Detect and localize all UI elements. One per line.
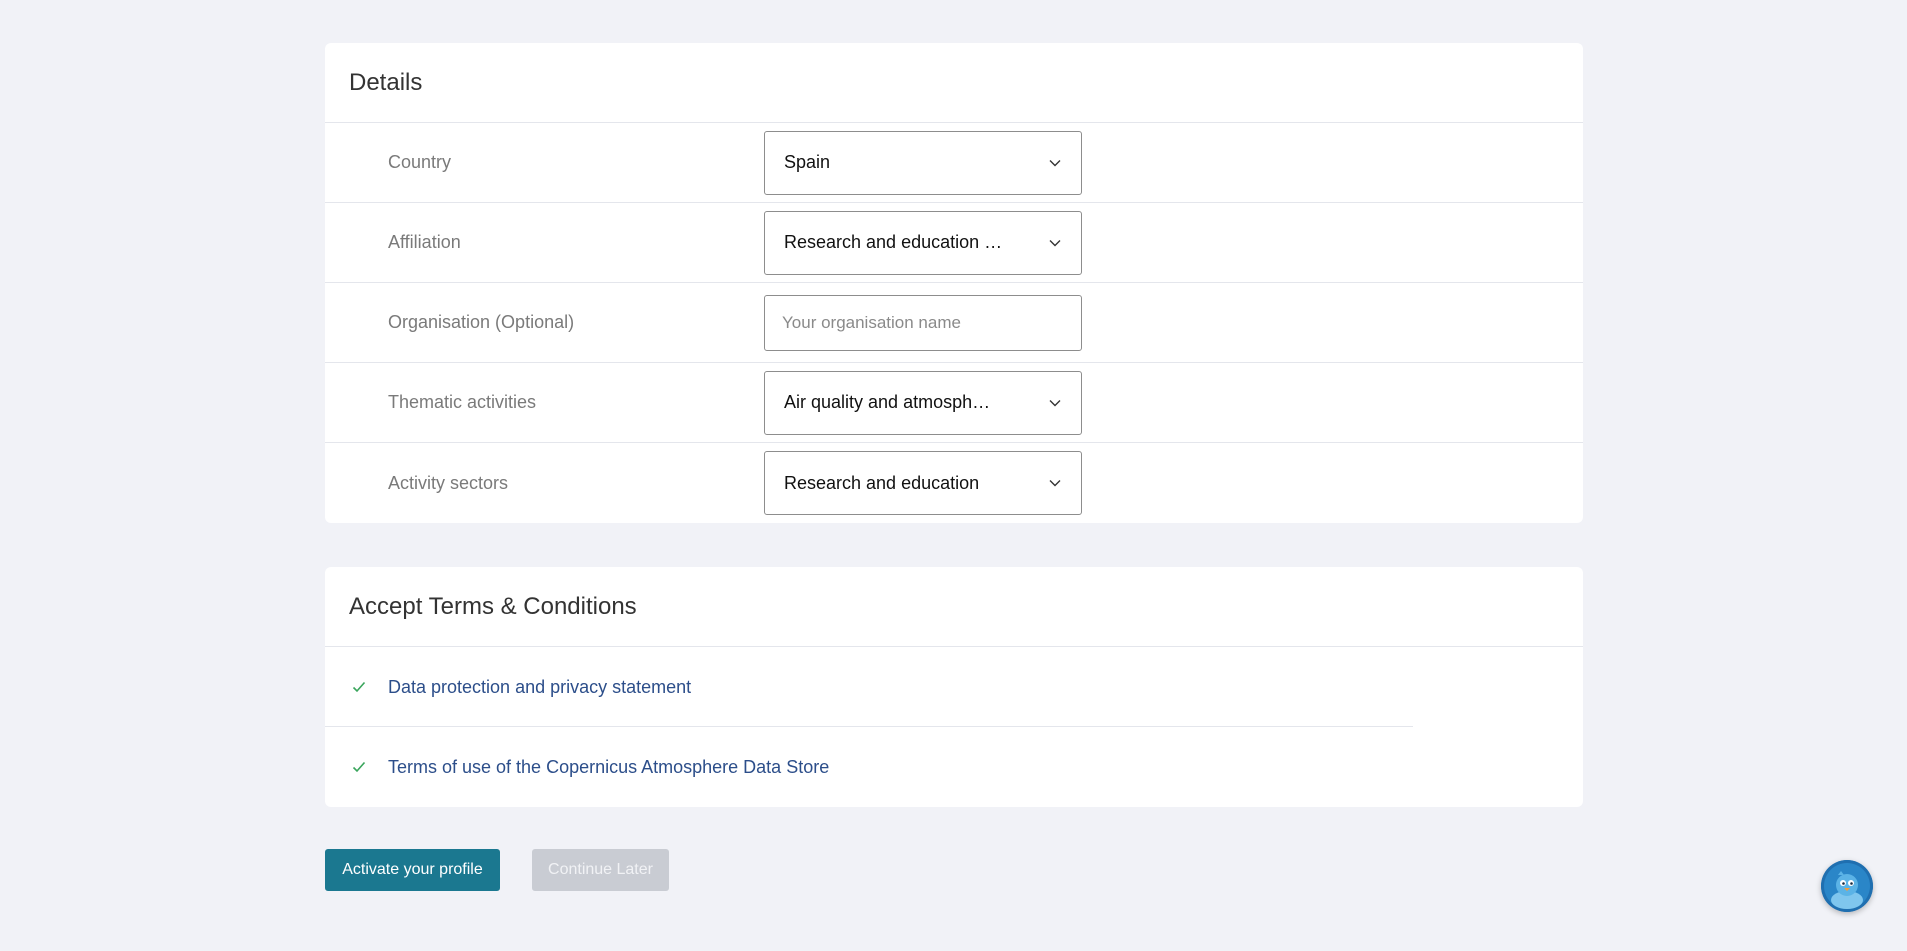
activate-profile-button[interactable]: Activate your profile [325, 849, 500, 891]
affiliation-select-value: Research and education … [784, 232, 1003, 252]
country-label: Country [388, 152, 452, 172]
chevron-down-icon [1049, 239, 1061, 246]
privacy-statement-link[interactable]: Data protection and privacy statement [388, 677, 691, 698]
chevron-down-icon [1049, 159, 1061, 166]
chatbot-avatar-icon [1821, 860, 1873, 912]
activity-sectors-select-value: Research and education [784, 472, 980, 493]
terms-item-privacy: Data protection and privacy statement [325, 647, 1583, 727]
activity-sectors-row: Activity sectors Research and education [325, 443, 1583, 523]
affiliation-label: Affiliation [388, 232, 461, 252]
terms-item-terms-of-use: Terms of use of the Copernicus Atmospher… [325, 727, 1583, 807]
checkmark-icon [352, 761, 366, 773]
affiliation-row: Affiliation Research and education … [325, 203, 1583, 283]
chevron-down-icon [1049, 399, 1061, 406]
thematic-activities-select-value: Air quality and atmosph… [784, 392, 991, 412]
organisation-row: Organisation (Optional) [325, 283, 1583, 363]
thematic-activities-row: Thematic activities Air quality and atmo… [325, 363, 1583, 443]
organisation-label: Organisation (Optional) [388, 312, 575, 332]
affiliation-select[interactable]: Research and education … [764, 210, 1082, 275]
organisation-input[interactable] [764, 294, 1082, 351]
activity-sectors-select[interactable]: Research and education [764, 451, 1082, 515]
activity-sectors-label: Activity sectors [388, 472, 509, 493]
details-card: Details Country Spain Affiliation Resear… [325, 43, 1583, 523]
country-select-value: Spain [784, 152, 831, 172]
terms-card: Accept Terms & Conditions Data protectio… [325, 567, 1583, 807]
thematic-activities-label: Thematic activities [388, 392, 537, 412]
country-row: Country Spain [325, 123, 1583, 203]
continue-later-button[interactable]: Continue Later [532, 849, 669, 891]
chevron-down-icon [1049, 480, 1061, 487]
details-title: Details [325, 43, 1583, 123]
country-select[interactable]: Spain [764, 130, 1082, 195]
checkmark-icon [352, 681, 366, 693]
terms-title: Accept Terms & Conditions [325, 567, 1583, 647]
thematic-activities-select[interactable]: Air quality and atmosph… [764, 370, 1082, 435]
chatbot-button[interactable] [1821, 860, 1873, 912]
terms-of-use-link[interactable]: Terms of use of the Copernicus Atmospher… [388, 757, 829, 778]
